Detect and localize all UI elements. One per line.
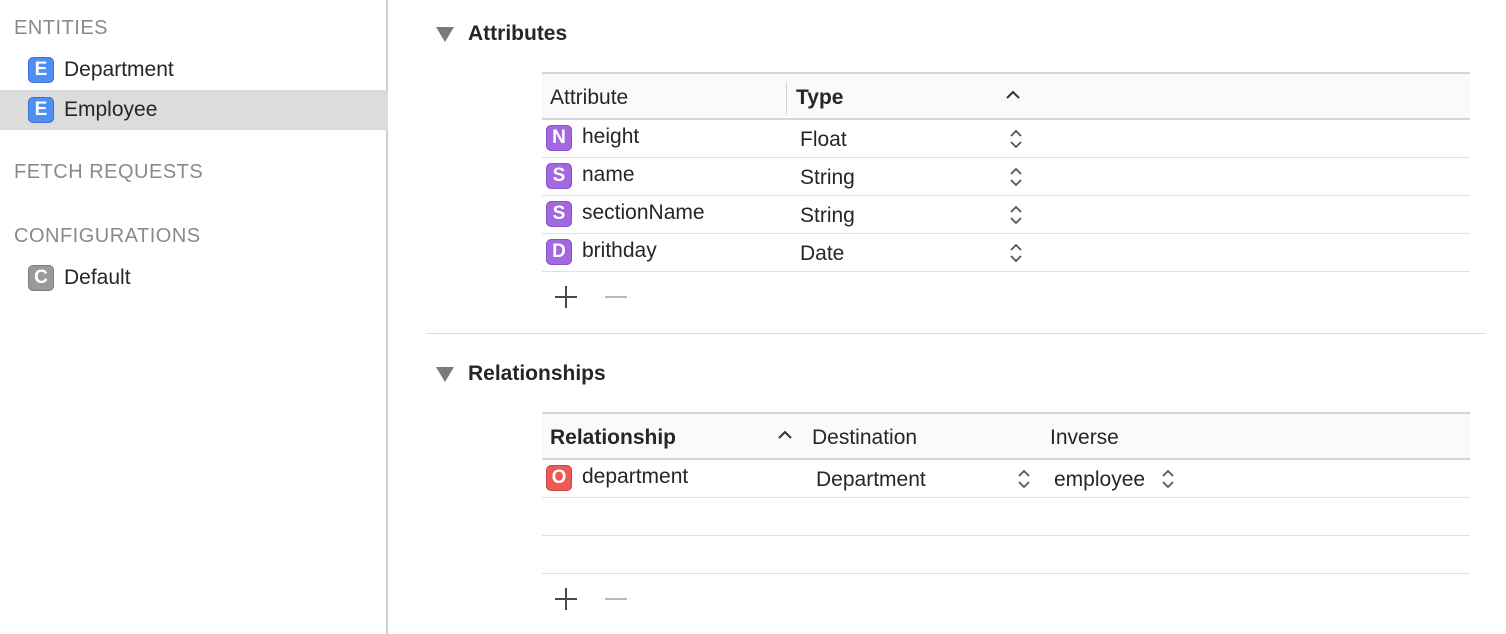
configurations-header: CONFIGURATIONS xyxy=(14,225,201,247)
attributes-table: Attribute Type N height Float S name Str… xyxy=(542,72,1470,272)
up-down-stepper-icon[interactable] xyxy=(1008,165,1024,189)
plus-icon[interactable] xyxy=(555,286,577,308)
table-row[interactable]: O department Department employee xyxy=(542,460,1470,498)
relationships-section-title: Relationships xyxy=(468,362,606,385)
section-divider xyxy=(426,333,1486,334)
up-down-stepper-icon[interactable] xyxy=(1008,127,1024,151)
column-header-relationship[interactable]: Relationship xyxy=(550,426,676,450)
attribute-name[interactable]: height xyxy=(582,125,639,149)
sidebar-item-label: Employee xyxy=(64,98,158,121)
relationships-table-header: Relationship Destination Inverse xyxy=(542,412,1470,460)
chevron-up-icon[interactable] xyxy=(1006,90,1020,100)
attributes-section-title: Attributes xyxy=(468,22,568,45)
configuration-icon: C xyxy=(28,265,54,291)
attribute-name[interactable]: sectionName xyxy=(582,201,705,225)
string-attribute-icon: S xyxy=(546,201,572,227)
number-attribute-icon: N xyxy=(546,125,572,151)
column-header-attribute[interactable]: Attribute xyxy=(550,86,628,110)
column-divider[interactable] xyxy=(786,82,787,114)
relationship-inverse[interactable]: employee xyxy=(1054,468,1145,492)
attribute-name[interactable]: name xyxy=(582,163,635,187)
sidebar-item-label: Default xyxy=(64,266,131,289)
disclosure-triangle-down-icon[interactable] xyxy=(436,27,454,42)
date-attribute-icon: D xyxy=(546,239,572,265)
attributes-add-remove xyxy=(555,286,627,308)
sidebar: ENTITIES E Department E Employee FETCH R… xyxy=(0,0,388,634)
empty-table-row xyxy=(542,498,1470,536)
table-row[interactable]: N height Float xyxy=(542,120,1470,158)
up-down-stepper-icon[interactable] xyxy=(1160,467,1176,491)
table-row[interactable]: S name String xyxy=(542,158,1470,196)
sidebar-item-default[interactable]: C Default xyxy=(0,258,388,298)
fetch-requests-header: FETCH REQUESTS xyxy=(14,161,204,183)
up-down-stepper-icon[interactable] xyxy=(1008,241,1024,265)
to-one-relationship-icon: O xyxy=(546,465,572,491)
relationship-destination[interactable]: Department xyxy=(816,468,926,492)
minus-icon[interactable] xyxy=(605,286,627,308)
up-down-stepper-icon[interactable] xyxy=(1008,203,1024,227)
entity-editor: Attributes Attribute Type N height Float… xyxy=(390,0,1506,634)
attribute-type[interactable]: String xyxy=(800,204,855,228)
empty-table-row xyxy=(542,536,1470,574)
sidebar-item-label: Department xyxy=(64,58,174,81)
chevron-up-icon[interactable] xyxy=(778,430,792,440)
attribute-type[interactable]: Float xyxy=(800,128,847,152)
attribute-type[interactable]: Date xyxy=(800,242,844,266)
attribute-name[interactable]: brithday xyxy=(582,239,657,263)
column-header-inverse[interactable]: Inverse xyxy=(1050,426,1119,450)
minus-icon[interactable] xyxy=(605,588,627,610)
entity-icon: E xyxy=(28,97,54,123)
up-down-stepper-icon[interactable] xyxy=(1016,467,1032,491)
table-row[interactable]: D brithday Date xyxy=(542,234,1470,272)
column-header-type[interactable]: Type xyxy=(796,86,843,110)
sidebar-item-department[interactable]: E Department xyxy=(0,50,388,90)
entities-header: ENTITIES xyxy=(14,17,109,39)
column-header-destination[interactable]: Destination xyxy=(812,426,917,450)
attributes-table-header: Attribute Type xyxy=(542,72,1470,120)
relationships-table: Relationship Destination Inverse O depar… xyxy=(542,412,1470,574)
plus-icon[interactable] xyxy=(555,588,577,610)
relationship-name[interactable]: department xyxy=(582,465,688,489)
table-row[interactable]: S sectionName String xyxy=(542,196,1470,234)
string-attribute-icon: S xyxy=(546,163,572,189)
sidebar-item-employee[interactable]: E Employee xyxy=(0,90,388,130)
attribute-type[interactable]: String xyxy=(800,166,855,190)
disclosure-triangle-down-icon[interactable] xyxy=(436,367,454,382)
entity-icon: E xyxy=(28,57,54,83)
relationships-add-remove xyxy=(555,588,627,610)
